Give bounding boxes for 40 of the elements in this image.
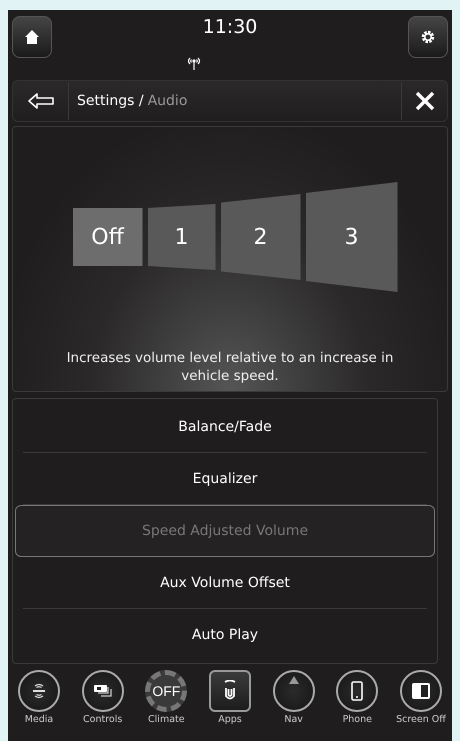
nav-button[interactable]	[82, 670, 124, 712]
climate-off-label: OFF	[152, 683, 180, 699]
level-option[interactable]: Off	[72, 208, 142, 266]
breadcrumb-path[interactable]: Settings /	[77, 93, 144, 109]
nav-label: Controls	[83, 714, 122, 725]
nav-label: Screen Off	[396, 714, 446, 725]
back-arrow-icon	[28, 93, 54, 109]
phone-icon	[351, 681, 364, 701]
u-shape-icon	[222, 680, 238, 702]
switch-stack-icon	[92, 683, 113, 699]
nav-label: Nav	[284, 714, 303, 725]
close-icon	[414, 91, 434, 111]
menu-item[interactable]: Aux Volume Offset	[23, 557, 427, 609]
level-option[interactable]: 1	[148, 204, 216, 270]
nav-label: Phone	[342, 714, 372, 725]
breadcrumb-current: Audio	[148, 93, 188, 109]
clock-time: 11:30	[202, 16, 258, 40]
nav-button[interactable]: OFF	[145, 670, 188, 712]
home-button[interactable]	[12, 16, 52, 58]
menu-item[interactable]: Auto Play	[23, 609, 427, 661]
nav-button[interactable]	[400, 670, 442, 712]
home-icon	[24, 29, 40, 45]
nav-label: Apps	[218, 714, 242, 725]
nav-button[interactable]	[208, 670, 251, 712]
radio-waves-icon	[30, 682, 48, 700]
nav-button[interactable]	[18, 670, 60, 712]
nav-button[interactable]	[272, 670, 315, 712]
menu-item[interactable]: Balance/Fade	[23, 401, 427, 453]
settings-icon	[419, 28, 437, 46]
split-screen-icon	[410, 682, 431, 700]
level-option[interactable]: 2	[220, 194, 300, 280]
menu-item[interactable]: Speed Adjusted Volume	[15, 505, 435, 557]
settings-button[interactable]	[408, 16, 448, 58]
level-option[interactable]: 3	[306, 182, 398, 292]
triangle-icon	[288, 676, 299, 684]
nav-button[interactable]	[336, 670, 378, 712]
description-text: Increases volume level relative to an increase in vehicle speed.	[66, 349, 394, 385]
nav-label: Media	[24, 714, 54, 725]
antenna-signal-icon	[186, 56, 202, 70]
nav-label: Climate	[148, 714, 185, 725]
